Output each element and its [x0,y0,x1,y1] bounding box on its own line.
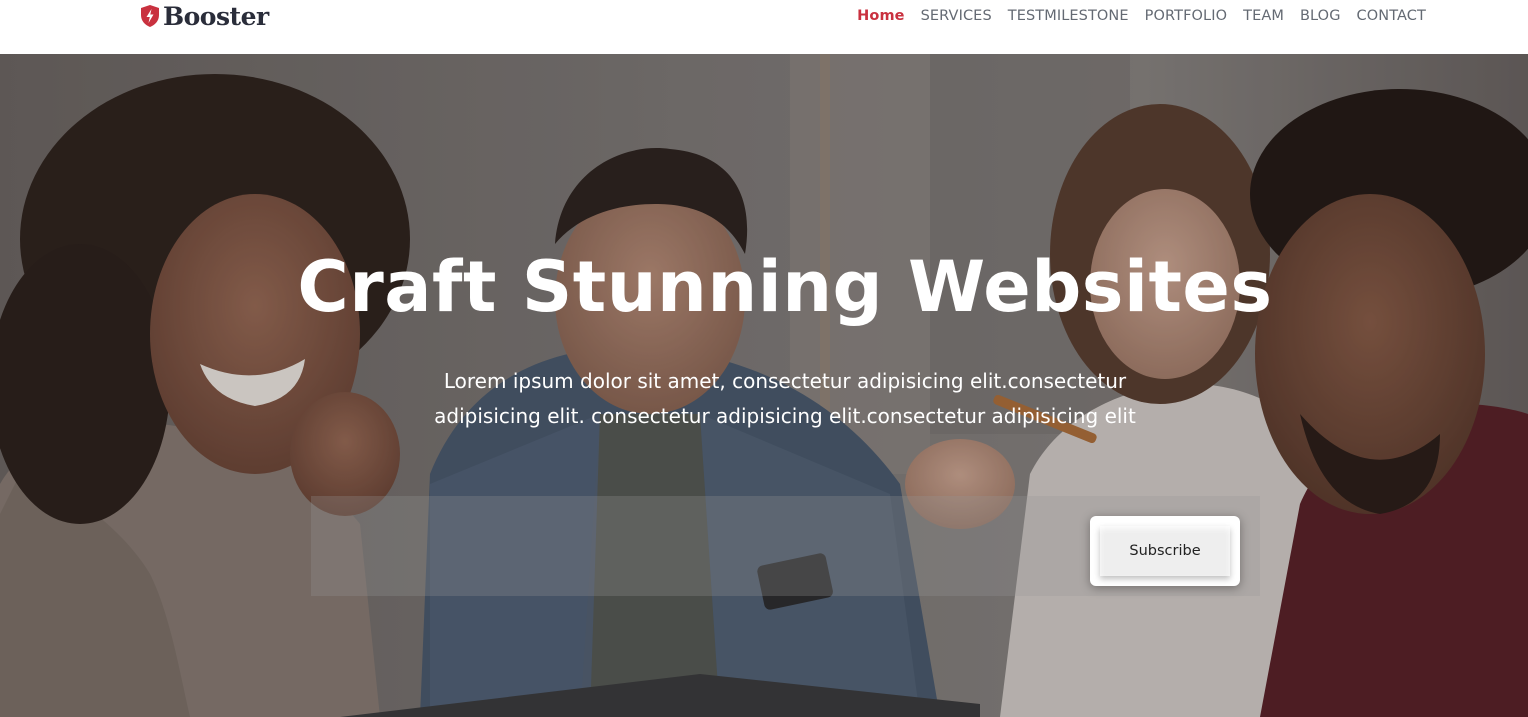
shield-bolt-icon [141,5,159,27]
nav-item-testmilestone[interactable]: TESTMILESTONE [1008,6,1129,26]
nav-item-team[interactable]: TEAM [1243,6,1284,26]
subscribe-button[interactable]: Subscribe [1090,516,1240,586]
nav-item-services[interactable]: SERVICES [921,6,992,26]
subscribe-form: Subscribe [311,496,1260,596]
brand-logo-link[interactable]: Booster [140,1,269,31]
navbar: Booster Home SERVICES TESTMILESTONE PORT… [0,0,1528,54]
nav-item-blog[interactable]: BLOG [1300,6,1341,26]
nav-item-home[interactable]: Home [857,6,904,26]
nav-item-portfolio[interactable]: PORTFOLIO [1145,6,1227,26]
nav-menu: Home SERVICES TESTMILESTONE PORTFOLIO TE… [857,6,1426,26]
hero-section: Craft Stunning Websites Lorem ipsum dolo… [0,54,1528,717]
hero-title: Craft Stunning Websites [297,246,1273,328]
email-input[interactable] [311,496,1081,596]
brand-name: Booster [163,1,269,31]
nav-item-contact[interactable]: CONTACT [1357,6,1426,26]
hero-description: Lorem ipsum dolor sit amet, consectetur … [434,369,1136,428]
subscribe-button-label: Subscribe [1100,526,1230,576]
